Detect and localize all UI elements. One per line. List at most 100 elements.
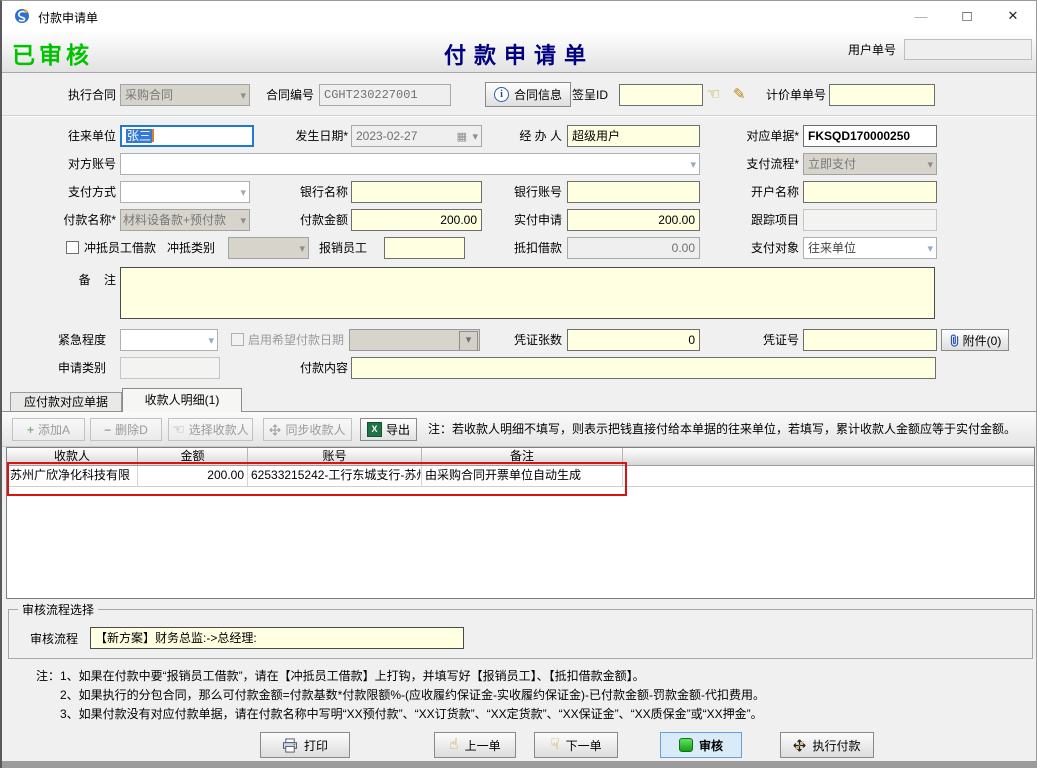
track-project-label: 跟踪项目 [699, 209, 799, 231]
pay-name-select: 材料设备款+预付款▾ [120, 209, 250, 231]
delete-button: − 删除D [90, 418, 162, 441]
user-no-field [904, 39, 1032, 60]
bank-account-field[interactable] [567, 181, 700, 203]
add-button: + 添加A [12, 418, 85, 441]
cell-filler [623, 466, 1034, 486]
ref-doc-field[interactable]: FKSQD170000250 [803, 125, 937, 147]
app-icon [14, 8, 30, 24]
close-button[interactable]: ✕ [990, 1, 1036, 31]
select-payee-button: ☜ 选择收款人 [168, 418, 253, 441]
hope-date-checkbox [231, 333, 244, 346]
apply-type-field [120, 357, 220, 379]
apply-type-label: 申请类别 [12, 357, 106, 379]
chevron-down-icon: ▾ [690, 156, 696, 174]
handler-field[interactable]: 超级用户 [567, 125, 700, 147]
pay-flow-select: 立即支付▾ [803, 153, 937, 175]
ref-doc-label: 对应单据* [699, 125, 799, 147]
offset-loan-checkbox[interactable] [66, 241, 79, 254]
sign-id-field[interactable] [619, 84, 703, 106]
minus-icon: − [104, 423, 111, 437]
remark-label: 备 注 [12, 269, 116, 291]
chevron-down-icon: ▾ [240, 184, 246, 202]
deduct-loan-field: 0.00 [567, 237, 700, 259]
approval-group-title: 审核流程选择 [18, 601, 98, 618]
handler-label: 经 办 人 [462, 125, 562, 147]
user-no-label: 用户单号 [848, 39, 896, 61]
pay-method-select[interactable]: ▾ [120, 181, 250, 203]
chevron-down-icon: ▾ [927, 156, 933, 174]
actual-pay-field[interactable]: 200.00 [567, 209, 700, 231]
minimize-button[interactable]: — [898, 1, 944, 31]
window-title: 付款申请单 [38, 9, 98, 26]
chevron-down-icon: ▾ [927, 240, 933, 258]
note-line-3: 3、如果付款没有对应付款单据，请在付款名称中写明“XX预付款”、“XX订货款”、… [60, 705, 763, 722]
hand-pointer-icon: ☜ [172, 421, 185, 438]
tab-payee-detail[interactable]: 收款人明细(1) [122, 388, 242, 412]
audit-button[interactable]: 审核 [660, 732, 742, 758]
hand-pointer-icon[interactable]: ☜ [706, 84, 720, 106]
chevron-down-icon: ▾ [208, 332, 214, 350]
pricing-no-field[interactable] [829, 84, 935, 106]
voucher-no-field[interactable] [803, 329, 937, 351]
plus-icon: + [27, 423, 34, 437]
title-bar: 付款申请单 — □ ✕ [2, 1, 1036, 32]
bank-account-label: 银行账号 [462, 181, 562, 203]
bottom-strip [2, 761, 1036, 768]
voucher-count-label: 凭证张数 [462, 329, 562, 351]
note-line-1: 注：1、如果在付款中要“报销员工借款”，请在【冲抵员工借款】上打钩，并填写好【报… [36, 667, 645, 684]
contract-no-field: CGHT230227001 [319, 84, 451, 106]
exec-contract-label: 执行合同 [12, 84, 116, 106]
pay-method-label: 支付方式 [12, 181, 116, 203]
voucher-count-field[interactable]: 0 [567, 329, 700, 351]
tab-payable-docs[interactable]: 应付款对应单据 [10, 392, 122, 411]
maximize-button[interactable]: □ [944, 1, 990, 31]
prev-doc-button[interactable]: ☝ 上一单 [434, 732, 516, 758]
highlight-box [7, 462, 627, 496]
hand-up-icon: ☝ [449, 734, 458, 756]
partner-label: 往来单位 [12, 125, 116, 147]
print-button[interactable]: 打印 [260, 732, 350, 758]
pay-content-field[interactable] [351, 357, 936, 379]
col-header-filler [623, 448, 1034, 465]
pay-target-select[interactable]: 往来单位▾ [803, 237, 937, 259]
urgency-label: 紧急程度 [12, 329, 106, 351]
hope-date-select: ▾ [349, 329, 480, 351]
urgency-select[interactable]: ▾ [120, 329, 218, 351]
actual-pay-label: 实付申请 [462, 209, 562, 231]
export-button[interactable]: X 导出 [360, 418, 417, 441]
execute-payment-button[interactable]: 执行付款 [780, 732, 874, 758]
payee-note: 注：若收款人明细不填写，则表示把钱直接付给本单据的往来单位，若填写，累计收款人金… [428, 418, 1016, 441]
printer-icon [282, 738, 298, 753]
partner-field[interactable]: 张三 [120, 125, 254, 147]
bank-name-label: 银行名称 [248, 181, 348, 203]
pay-amount-label: 付款金额 [248, 209, 348, 231]
excel-icon: X [367, 422, 382, 437]
account-name-label: 开户名称 [699, 181, 799, 203]
payment-request-window: 付款申请单 — □ ✕ 已审核 付款申请单 用户单号 执行合同 采购合同▾ 合同… [0, 0, 1037, 768]
chevron-down-icon: ▾ [240, 212, 246, 230]
contract-no-label: 合同编号 [224, 84, 314, 106]
deduct-loan-label: 抵扣借款 [462, 237, 562, 259]
divider [2, 115, 1036, 117]
hope-date-label: 启用希望付款日期 [248, 329, 344, 351]
banner: 已审核 付款申请单 用户单号 [2, 31, 1036, 73]
party-account-label: 对方账号 [12, 153, 116, 175]
reimburse-emp-field[interactable] [384, 237, 465, 259]
offset-type-label: 冲抵类别 [115, 237, 215, 259]
sync-payee-button: 同步收款人 [263, 418, 352, 441]
reimburse-emp-label: 报销员工 [267, 237, 367, 259]
note-line-2: 2、如果执行的分包合同，那么可付款金额=付款基数*付款限额%-(应收履约保证金-… [60, 686, 765, 703]
pay-name-label: 付款名称* [12, 209, 116, 231]
approval-flow-field[interactable]: 【新方案】财务总监:->总经理: [90, 627, 464, 649]
party-account-select[interactable]: ▾ [120, 153, 700, 175]
voucher-no-label: 凭证号 [699, 329, 799, 351]
remark-textarea[interactable] [120, 267, 935, 319]
next-doc-button[interactable]: ☟ 下一单 [534, 732, 618, 758]
move-arrows-icon [793, 739, 806, 752]
attachment-button[interactable]: 附件(0) [941, 329, 1009, 351]
account-name-field[interactable] [803, 181, 937, 203]
pay-content-label: 付款内容 [248, 357, 348, 379]
pay-flow-label: 支付流程* [699, 153, 799, 175]
text-caret [152, 129, 154, 142]
sign-id-label: 签呈ID [522, 84, 608, 106]
